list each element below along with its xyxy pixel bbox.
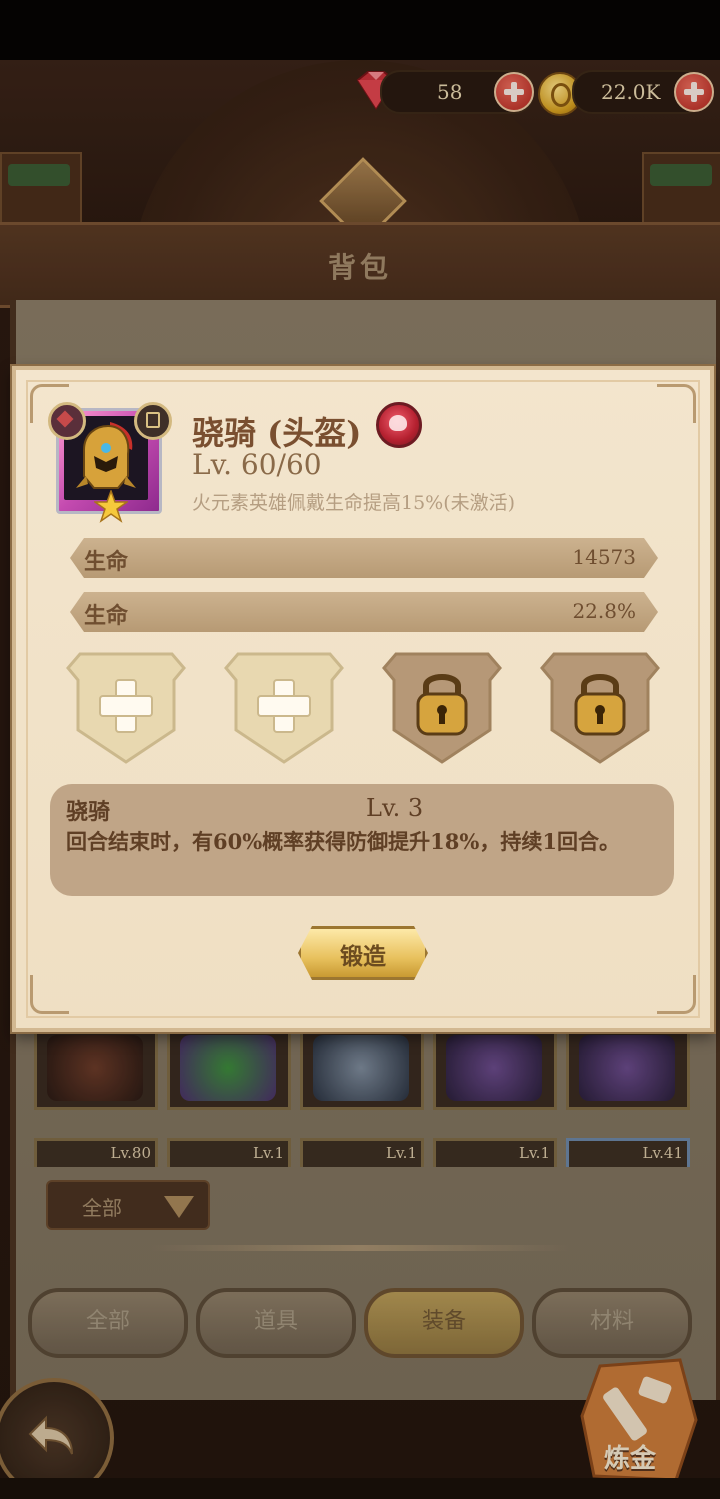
skill-description: 回合结束时，有60%概率获得防御提升18%，持续1回合。	[66, 829, 620, 854]
tab-items[interactable]: 道具	[196, 1288, 356, 1358]
game-screen: 58 22.0K 背包 Lv.80 Lv.1 Lv.1 Lv.1 Lv.41 全…	[0, 0, 720, 1499]
bottom-strip	[0, 1478, 720, 1499]
lock-badge-icon[interactable]	[134, 402, 172, 440]
divider-ornament	[150, 1245, 570, 1251]
corner-ornament	[657, 975, 696, 1014]
item-level-tag: Lv.41	[566, 1138, 690, 1167]
stat-value: 22.8%	[572, 599, 636, 623]
corner-ornament	[657, 384, 696, 423]
filter-label: 全部	[82, 1196, 122, 1220]
gem-slot-locked[interactable]	[536, 650, 664, 766]
add-gold-button[interactable]	[674, 72, 714, 112]
fire-element-icon	[376, 402, 422, 448]
stat-row: 生命 14573	[70, 538, 658, 578]
triangle-down-icon	[164, 1196, 194, 1218]
inventory-item[interactable]	[34, 1028, 158, 1110]
set-bonus-text: 火元素英雄佩戴生命提高15%(未激活)	[192, 492, 516, 514]
add-gems-button[interactable]	[494, 72, 534, 112]
item-level-tag: Lv.1	[433, 1138, 557, 1167]
skill-name: 骁骑	[66, 799, 111, 825]
stat-label: 生命	[84, 603, 129, 629]
tab-materials[interactable]: 材料	[532, 1288, 692, 1358]
corner-ornament	[30, 975, 69, 1014]
item-detail-modal: 骁骑 (头盔) Lv. 60/60 火元素英雄佩戴生命提高15%(未激活) 生命…	[12, 366, 714, 1032]
alchemy-label: 炼金	[604, 1444, 657, 1474]
forge-button-label: 锻造	[340, 943, 386, 970]
gem-slot-empty[interactable]	[220, 650, 348, 766]
gem-count: 58	[437, 80, 463, 104]
filter-dropdown[interactable]: 全部	[46, 1180, 210, 1230]
forge-button[interactable]: 锻造	[298, 926, 428, 980]
inventory-item[interactable]	[433, 1028, 557, 1110]
right-pillar	[642, 152, 720, 226]
stat-row: 生命 22.8%	[70, 592, 658, 632]
skill-panel: 骁骑 Lv. 3 回合结束时，有60%概率获得防御提升18%，持续1回合。	[50, 784, 674, 896]
item-level: Lv. 60/60	[192, 448, 322, 481]
inventory-item[interactable]	[167, 1028, 291, 1110]
back-arrow-icon	[28, 1415, 73, 1455]
item-level-tag: Lv.80	[34, 1138, 158, 1167]
stat-label: 生命	[84, 549, 129, 575]
inventory-item[interactable]	[300, 1028, 424, 1110]
gem-slot-locked[interactable]	[378, 650, 506, 766]
gem-slot-empty[interactable]	[62, 650, 190, 766]
tab-equipment[interactable]: 装备	[364, 1288, 524, 1358]
stat-value: 14573	[572, 545, 636, 569]
item-level-tag: Lv.1	[167, 1138, 291, 1167]
gold-count: 22.0K	[601, 80, 661, 104]
inventory-item[interactable]	[566, 1028, 690, 1110]
tab-all[interactable]: 全部	[28, 1288, 188, 1358]
skill-level: Lv. 3	[366, 794, 424, 822]
left-pillar	[0, 152, 82, 226]
item-level-tag: Lv.1	[300, 1138, 424, 1167]
element-badge-icon	[48, 402, 86, 440]
page-title: 背包	[327, 251, 392, 284]
star-icon	[94, 490, 128, 523]
status-bar-area	[0, 0, 720, 60]
